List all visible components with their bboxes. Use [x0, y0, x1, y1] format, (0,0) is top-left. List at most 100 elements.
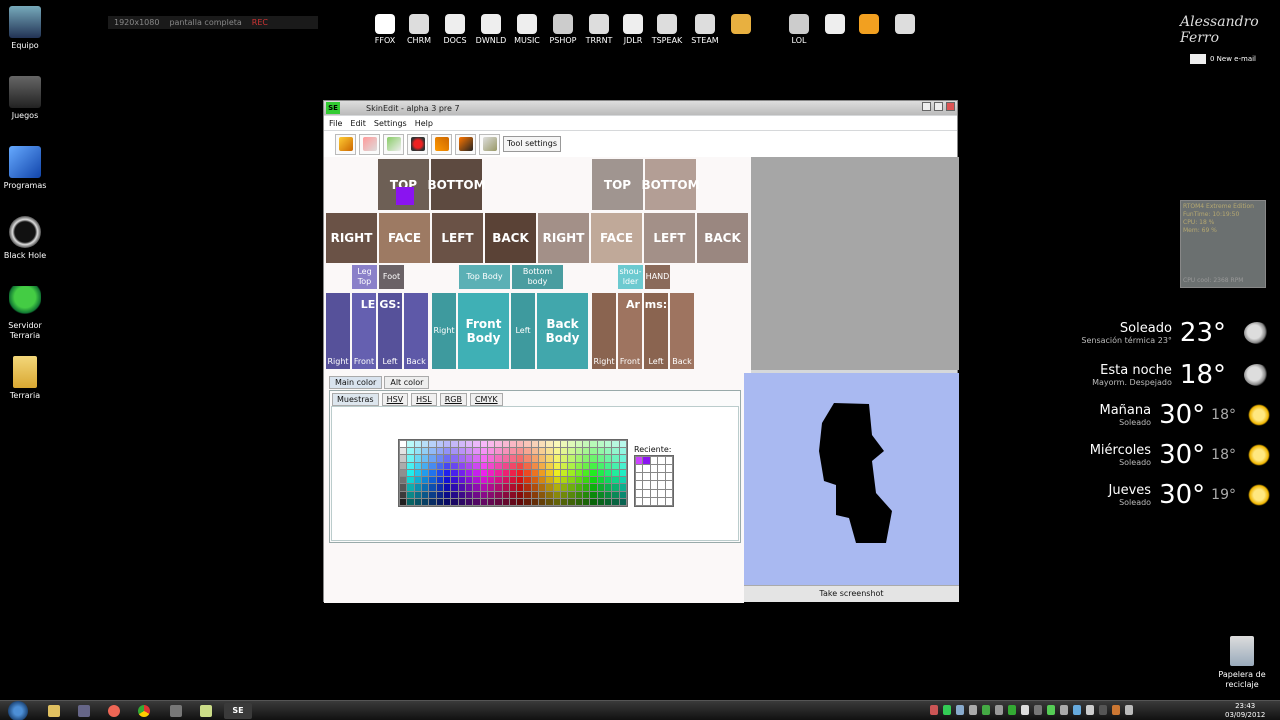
recent-swatch[interactable] [636, 497, 643, 505]
color-swatch[interactable] [414, 498, 421, 505]
color-swatch[interactable] [619, 484, 626, 491]
color-swatch[interactable] [575, 455, 583, 462]
color-swatch[interactable] [553, 484, 561, 491]
color-swatch[interactable] [473, 455, 480, 462]
recent-swatch-grid[interactable] [634, 455, 674, 507]
part-back-body[interactable]: Back Body [537, 293, 588, 369]
eraser-tool[interactable] [359, 133, 380, 155]
part-bottom-body[interactable]: Bottom body [512, 265, 563, 289]
color-swatch[interactable] [531, 455, 539, 462]
part-foot[interactable]: Foot [379, 265, 404, 289]
color-swatch[interactable] [597, 484, 605, 491]
color-swatch[interactable] [458, 462, 465, 469]
color-swatch[interactable] [487, 448, 495, 455]
tray-icon[interactable] [995, 705, 1003, 715]
color-swatch[interactable] [539, 498, 546, 505]
color-swatch[interactable] [553, 498, 561, 505]
color-swatch[interactable] [546, 462, 553, 469]
color-swatch[interactable] [553, 455, 561, 462]
color-swatch[interactable] [436, 484, 443, 491]
color-swatch[interactable] [539, 448, 546, 455]
color-swatch[interactable] [480, 455, 487, 462]
taskbar-notes[interactable] [192, 703, 220, 719]
launcher-jdownloader[interactable]: JDLR [616, 14, 650, 48]
color-swatch[interactable] [436, 441, 443, 448]
recent-swatch[interactable] [636, 481, 643, 489]
desktop-icon-black-hole[interactable]: Black Hole [2, 216, 48, 261]
color-swatch[interactable] [612, 441, 619, 448]
color-swatch[interactable] [480, 441, 487, 448]
color-swatch[interactable] [531, 498, 539, 505]
color-swatch[interactable] [531, 441, 539, 448]
color-swatch[interactable] [524, 441, 531, 448]
color-swatch[interactable] [531, 484, 539, 491]
color-swatch[interactable] [436, 469, 443, 477]
part-hat-left[interactable]: LEFT [644, 213, 695, 263]
recent-swatch[interactable] [665, 473, 672, 481]
color-swatch[interactable] [605, 448, 612, 455]
subtab-cmyk[interactable]: CMYK [469, 393, 503, 406]
color-swatch[interactable] [443, 462, 451, 469]
color-swatch[interactable] [495, 469, 502, 477]
color-swatch[interactable] [612, 498, 619, 505]
color-swatch[interactable] [458, 448, 465, 455]
color-swatch[interactable] [531, 462, 539, 469]
color-swatch[interactable] [524, 455, 531, 462]
taskbar-app[interactable] [162, 703, 190, 719]
color-swatch[interactable] [429, 462, 436, 469]
color-swatch[interactable] [473, 491, 480, 498]
color-swatch[interactable] [407, 491, 414, 498]
menu-settings[interactable]: Settings [374, 119, 407, 128]
color-swatch[interactable] [480, 498, 487, 505]
subtab-muestras[interactable]: Muestras [332, 393, 379, 406]
color-swatch[interactable] [509, 441, 517, 448]
color-swatch[interactable] [509, 462, 517, 469]
head-top-hat-ghost[interactable] [324, 159, 377, 210]
taskbar-firefox[interactable] [100, 703, 128, 719]
tray-icon[interactable] [1125, 705, 1133, 715]
tray-icon[interactable] [1047, 705, 1055, 715]
color-swatch[interactable] [531, 448, 539, 455]
color-swatch[interactable] [509, 455, 517, 462]
color-swatch[interactable] [443, 491, 451, 498]
color-swatch[interactable] [429, 469, 436, 477]
color-swatch[interactable] [509, 491, 517, 498]
color-swatch[interactable] [553, 448, 561, 455]
color-swatch[interactable] [517, 462, 524, 469]
color-swatch[interactable] [590, 441, 597, 448]
part-arm-back[interactable]: Back [670, 293, 694, 369]
recent-swatch[interactable] [636, 473, 643, 481]
color-swatch[interactable] [443, 469, 451, 477]
color-swatch[interactable] [597, 469, 605, 477]
color-swatch[interactable] [605, 469, 612, 477]
color-swatch[interactable] [531, 469, 539, 477]
mail-notifier[interactable]: 0 New e-mail [1190, 54, 1256, 64]
color-swatch[interactable] [429, 455, 436, 462]
tray-icon[interactable] [1034, 705, 1042, 715]
color-swatch[interactable] [443, 441, 451, 448]
color-swatch[interactable] [458, 491, 465, 498]
recent-swatch[interactable] [658, 497, 665, 505]
tray-icon[interactable] [982, 705, 990, 715]
part-front-body[interactable]: Front Body [458, 293, 509, 369]
color-swatch[interactable] [531, 491, 539, 498]
color-swatch[interactable] [583, 491, 590, 498]
part-leg-right[interactable]: Right [326, 293, 350, 369]
color-swatch[interactable] [487, 477, 495, 484]
desktop-icon-servidor-terraria[interactable]: Servidor Terraria [2, 286, 48, 341]
recent-swatch[interactable] [658, 473, 665, 481]
color-swatch[interactable] [568, 498, 575, 505]
minimize-button[interactable] [922, 102, 931, 111]
launcher-skyrim[interactable] [818, 14, 852, 48]
skin-3d-preview[interactable] [744, 373, 959, 585]
color-swatch[interactable] [539, 455, 546, 462]
color-swatch[interactable] [619, 448, 626, 455]
subtab-hsv[interactable]: HSV [381, 393, 409, 406]
color-swatch[interactable] [421, 498, 429, 505]
color-swatch[interactable] [517, 491, 524, 498]
color-swatch[interactable] [546, 441, 553, 448]
color-swatch[interactable] [561, 498, 568, 505]
color-swatch[interactable] [487, 491, 495, 498]
color-swatch[interactable] [619, 498, 626, 505]
recent-swatch[interactable] [665, 481, 672, 489]
